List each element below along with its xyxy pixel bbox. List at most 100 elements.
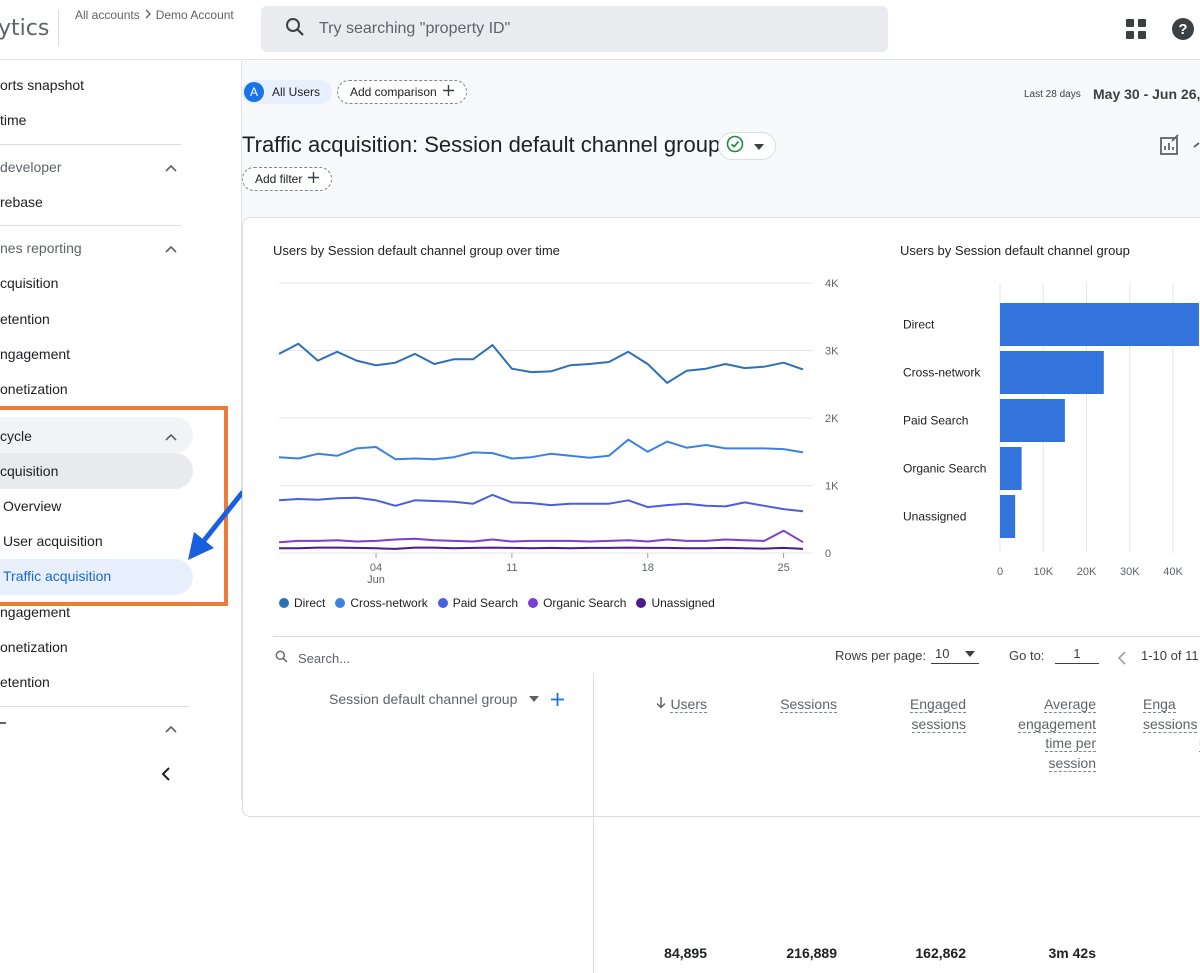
bar-paid-search[interactable] — [1000, 399, 1065, 442]
prev-page-icon[interactable] — [1117, 650, 1127, 666]
add-dimension-plus-icon[interactable] — [551, 692, 565, 706]
category-label: Paid Search — [903, 414, 968, 428]
y-tick-label: 2K — [825, 413, 839, 425]
series-line-cross-network[interactable] — [278, 438, 804, 461]
series-line-organic-search[interactable] — [278, 529, 804, 544]
search-icon — [285, 17, 305, 42]
sidebar-section-developer[interactable]: developer — [0, 159, 62, 175]
column-header-engaged-sessions[interactable]: Engaged sessions — [883, 695, 966, 734]
y-tick-label: 3K — [825, 346, 839, 358]
top-bar: ytics All accounts Demo Account ? — [0, 0, 1200, 60]
breadcrumb[interactable]: All accounts Demo Account — [75, 8, 234, 22]
x-tick-label: 11 — [506, 562, 517, 574]
legend-dot-icon — [279, 598, 289, 608]
report-status-chip[interactable] — [718, 132, 776, 160]
sidebar-item-realtime[interactable]: time — [0, 112, 26, 132]
dimension-header[interactable]: Session default channel group — [329, 691, 565, 707]
add-filter-label: Add filter — [255, 172, 303, 186]
series-line-paid-search[interactable] — [278, 493, 804, 513]
check-circle-icon — [726, 135, 744, 158]
sidebar-section-cut-off[interactable] — [0, 722, 6, 724]
sidebar-divider — [0, 225, 181, 226]
legend-dot-icon — [636, 598, 647, 608]
chevron-up-icon[interactable] — [165, 245, 177, 253]
legend-label: Unassigned — [651, 596, 715, 610]
date-preset-label[interactable]: Last 28 days — [1024, 89, 1081, 100]
legend-label: Direct — [294, 596, 326, 610]
total-sessions: 216,889 — [786, 945, 837, 961]
table-search[interactable]: Search... — [275, 650, 350, 666]
share-icon[interactable] — [1193, 142, 1200, 148]
table-divider — [273, 636, 1200, 637]
legend-item[interactable]: Direct — [279, 596, 325, 610]
column-header-avg-engagement-time[interactable]: Average engagement time per session — [993, 695, 1096, 773]
rows-per-page-value: 10 — [935, 646, 950, 661]
segment-chip-all-users[interactable]: A All Users — [242, 80, 333, 104]
y-tick-label: 0 — [825, 548, 831, 560]
legend-dot-icon — [528, 598, 539, 608]
line-chart-title: Users by Session default channel group o… — [273, 243, 560, 258]
column-header-engaged-sessions-per-user[interactable]: Engasessionsu — [1143, 695, 1200, 754]
column-header-sessions[interactable]: Sessions — [763, 695, 837, 715]
table-search-input[interactable]: Search... — [298, 651, 350, 666]
chevron-up-icon[interactable] — [165, 164, 177, 172]
sidebar-item-games-engagement[interactable]: ngagement — [0, 346, 70, 366]
sidebar-item-games-monetization[interactable]: onetization — [0, 381, 68, 401]
sidebar-divider — [0, 706, 189, 707]
sidebar-section-games-reporting[interactable]: nes reporting — [0, 240, 82, 256]
sidebar-item-firebase[interactable]: rebase — [0, 194, 43, 214]
legend-item[interactable]: Cross-network — [335, 596, 428, 610]
breadcrumb-accounts[interactable]: All accounts — [75, 8, 140, 22]
rows-per-page-select[interactable]: 10 — [931, 646, 979, 664]
report-card: Users by Session default channel group o… — [242, 217, 1200, 973]
chevron-up-icon[interactable] — [165, 725, 177, 733]
chevron-right-icon — [144, 8, 152, 22]
sidebar-item-retention[interactable]: etention — [0, 674, 50, 694]
legend-dot-icon — [335, 598, 346, 608]
bar-direct[interactable] — [1000, 303, 1199, 346]
sidebar-item-games-retention[interactable]: etention — [0, 311, 50, 331]
series-line-direct[interactable] — [278, 342, 804, 384]
apps-grid-icon[interactable] — [1126, 19, 1146, 39]
series-line-unassigned[interactable] — [279, 546, 804, 550]
search-bar[interactable] — [261, 6, 888, 52]
breadcrumb-account[interactable]: Demo Account — [156, 8, 234, 22]
x-tick-label: 40K — [1163, 566, 1183, 578]
sidebar-item-reports-snapshot[interactable]: orts snapshot — [0, 77, 84, 97]
plus-icon — [308, 172, 320, 186]
add-filter-button[interactable]: Add filter — [242, 167, 333, 191]
add-comparison-button[interactable]: Add comparison — [337, 80, 467, 104]
collapse-sidebar-icon[interactable] — [160, 766, 172, 782]
add-comparison-label: Add comparison — [350, 85, 437, 99]
goto-input[interactable]: 1 — [1055, 646, 1099, 664]
arrow-down-icon — [656, 697, 666, 709]
category-label: Organic Search — [903, 462, 986, 476]
column-header-users[interactable]: Users — [643, 695, 707, 715]
total-engaged-sessions: 162,862 — [915, 945, 966, 961]
bar-cross-network[interactable] — [1000, 351, 1104, 394]
rows-per-page-label: Rows per page: — [835, 648, 927, 663]
line-chart[interactable]: 4K 3K 2K 1K 0 04Jun 11 18 25 — [243, 268, 863, 588]
sidebar-divider — [0, 144, 181, 145]
x-tick-label: 20K — [1077, 566, 1097, 578]
caret-down-icon[interactable] — [529, 696, 540, 702]
help-icon[interactable]: ? — [1172, 18, 1194, 40]
search-input[interactable] — [319, 20, 819, 38]
chart-legend: Direct Cross-network Paid Search Organic Se… — [279, 596, 715, 610]
bar-chart[interactable]: 0 10K 20K 30K 40K Direct Cross-network Paid Sea… — [883, 268, 1200, 588]
y-tick-label: 4K — [825, 278, 839, 290]
sidebar-item-engagement[interactable]: ngagement — [0, 604, 70, 624]
sidebar-item-monetization[interactable]: onetization — [0, 639, 68, 659]
date-range-picker[interactable]: May 30 - Jun 26, — [1093, 86, 1200, 102]
customize-report-icon[interactable] — [1159, 134, 1181, 156]
legend-item[interactable]: Paid Search — [437, 596, 518, 610]
legend-item[interactable]: Unassigned — [636, 596, 715, 610]
y-tick-label: 1K — [825, 481, 839, 493]
legend-item[interactable]: Organic Search — [528, 596, 626, 610]
annotation-arrow-icon — [188, 490, 245, 560]
app-logo[interactable]: ytics — [0, 16, 49, 41]
bar-organic-search[interactable] — [1000, 447, 1022, 490]
sidebar-item-games-acquisition[interactable]: cquisition — [0, 275, 58, 295]
page-title: Traffic acquisition: Session default cha… — [242, 132, 721, 157]
bar-unassigned[interactable] — [1000, 495, 1016, 538]
